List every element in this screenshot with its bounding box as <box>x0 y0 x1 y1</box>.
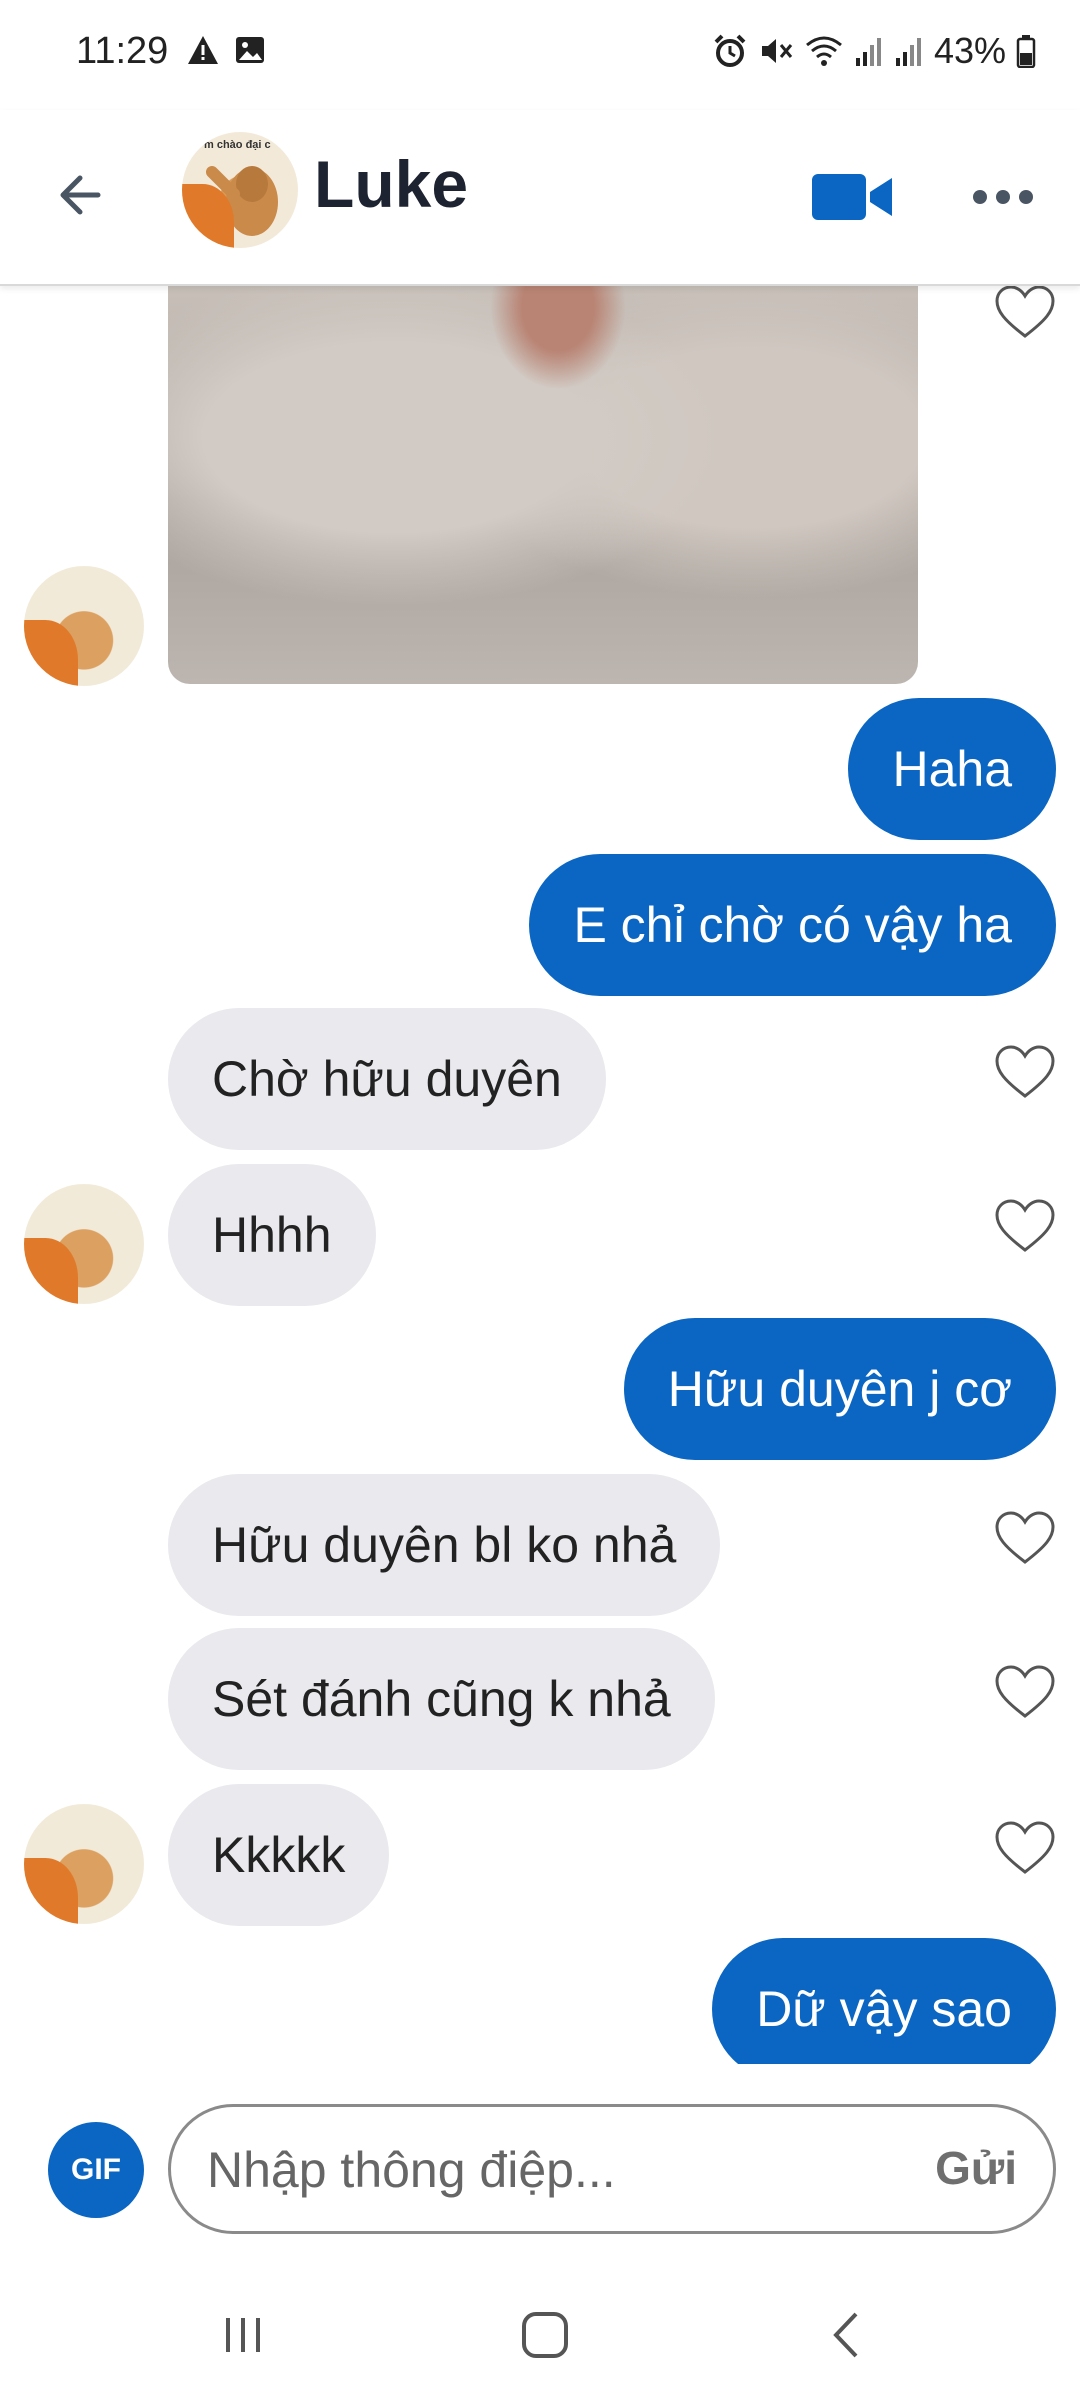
recent-apps-icon[interactable] <box>208 2300 278 2370</box>
photo-message[interactable] <box>168 284 918 684</box>
image-icon <box>236 37 264 63</box>
gif-button[interactable]: GIF <box>48 2122 144 2218</box>
message-input[interactable] <box>205 2127 889 2213</box>
message-list[interactable]: Haha E chỉ chờ có vậy ha Chờ hữu duyên H… <box>0 284 1080 2064</box>
signal-icon <box>895 38 921 66</box>
warning-icon <box>188 36 218 64</box>
svg-text:m chào đại c: m chào đại c <box>204 139 271 151</box>
message-field[interactable]: Gửi <box>168 2104 1056 2234</box>
heart-icon[interactable] <box>994 1198 1056 1254</box>
system-navigation-bar <box>0 2264 1080 2400</box>
conversation-header: m chào đại c Luke <box>0 110 1080 286</box>
incoming-message[interactable]: Hhhh <box>168 1164 376 1306</box>
heart-icon[interactable] <box>994 284 1056 340</box>
back-nav-icon[interactable] <box>812 2300 882 2370</box>
outgoing-message[interactable]: Dữ vậy sao <box>712 1938 1056 2064</box>
contact-avatar-small[interactable] <box>24 1184 144 1304</box>
wifi-icon <box>805 36 842 66</box>
dog-sticker-image: m chào đại c <box>204 139 278 236</box>
contact-avatar[interactable]: m chào đại c <box>182 132 298 248</box>
incoming-message[interactable]: Sét đánh cũng k nhả <box>168 1628 715 1770</box>
more-icon[interactable] <box>968 172 1038 222</box>
outgoing-message[interactable]: Hữu duyên j cơ <box>623 1318 1056 1460</box>
outgoing-message[interactable]: E chỉ chờ có vậy ha <box>529 854 1056 996</box>
back-arrow-icon[interactable] <box>50 160 120 230</box>
contact-name[interactable]: Luke <box>314 146 468 222</box>
status-time: 11:29 <box>76 30 169 72</box>
signal-icon <box>855 38 881 66</box>
heart-icon[interactable] <box>994 1044 1056 1100</box>
send-button[interactable]: Gửi <box>935 2141 1017 2195</box>
mute-icon <box>761 39 793 63</box>
incoming-message[interactable]: Chờ hữu duyên <box>168 1008 606 1150</box>
incoming-message[interactable]: Hữu duyên bl ko nhả <box>168 1474 721 1616</box>
alarm-icon <box>714 34 746 67</box>
heart-icon[interactable] <box>994 1820 1056 1876</box>
contact-avatar-small[interactable] <box>24 1804 144 1924</box>
contact-avatar-small[interactable] <box>24 566 144 686</box>
video-call-icon[interactable] <box>810 162 894 232</box>
battery-icon <box>1016 35 1036 68</box>
heart-icon[interactable] <box>994 1510 1056 1566</box>
battery-percent: 43% <box>933 30 1006 71</box>
composer-bar: GIF Gửi <box>0 2064 1080 2264</box>
heart-icon[interactable] <box>994 1664 1056 1720</box>
home-icon[interactable] <box>510 2300 580 2370</box>
incoming-message[interactable]: Kkkkk <box>168 1784 390 1926</box>
outgoing-message[interactable]: Haha <box>848 698 1056 840</box>
status-bar: 11:29 43% <box>0 0 1080 110</box>
